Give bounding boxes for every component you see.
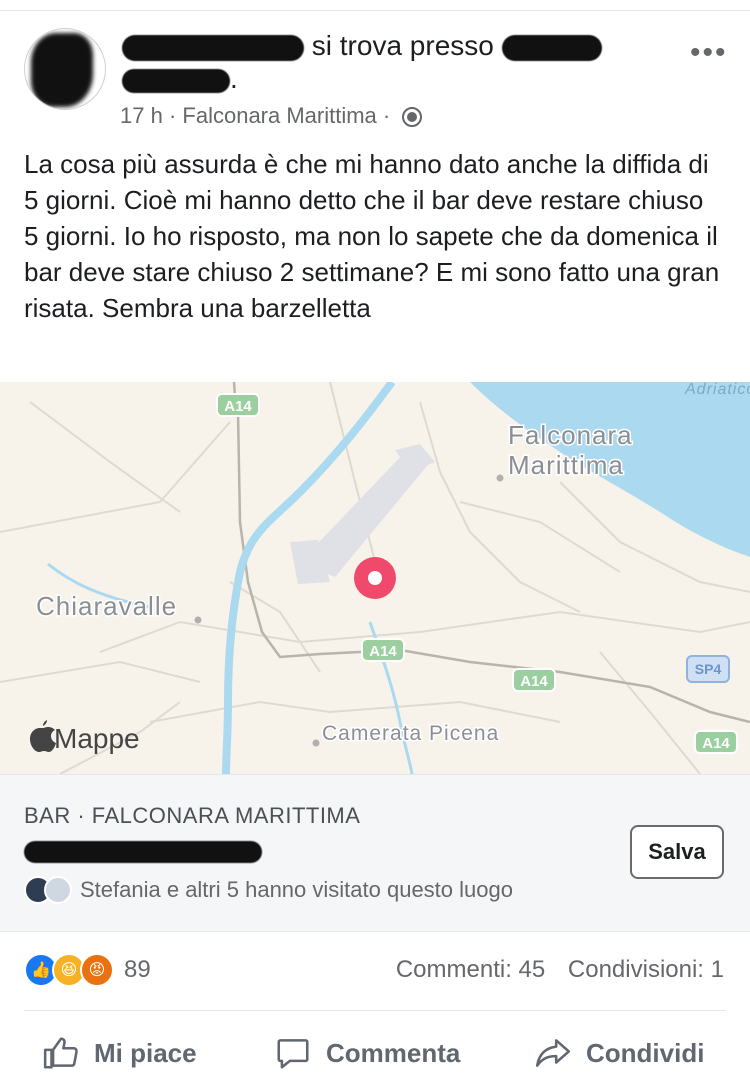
post-actions: Mi piace Commenta Condividi xyxy=(0,1030,750,1076)
comment-button[interactable]: Commenta xyxy=(274,1030,460,1076)
reaction-count: 89 xyxy=(124,956,151,983)
save-button[interactable]: Salva xyxy=(630,825,724,879)
share-arrow-icon xyxy=(535,1039,571,1067)
place-name-redacted-2[interactable] xyxy=(122,68,230,93)
shares-count[interactable]: Condivisioni: 1 xyxy=(568,956,724,983)
visited-info[interactable]: Stefania e altri 5 hanno visitato questo… xyxy=(24,875,513,905)
label-chiaravalle: Chiaravalle xyxy=(36,591,177,621)
share-button[interactable]: Condividi xyxy=(534,1030,704,1076)
comment-label: Commenta xyxy=(326,1037,461,1068)
share-label: Condividi xyxy=(586,1037,705,1068)
top-divider xyxy=(0,10,750,11)
a14-shield-2: A14 xyxy=(361,638,405,662)
location-map[interactable]: A14 A14 A14 A14 SP4 Falconara Marittima … xyxy=(0,382,750,774)
avatar-redaction xyxy=(31,33,93,107)
post-location[interactable]: Falconara Marittima xyxy=(182,103,376,128)
header-action-text: si trova presso xyxy=(311,30,494,61)
post-text: La cosa più assurda è che mi hanno dato … xyxy=(24,149,720,323)
sp4-shield: SP4 xyxy=(686,655,730,683)
visitor-avatar xyxy=(44,876,72,904)
svg-text:A14: A14 xyxy=(369,643,397,660)
map-canvas: A14 A14 A14 A14 SP4 Falconara Marittima … xyxy=(0,382,750,774)
visited-text: Stefania e altri 5 hanno visitato questo… xyxy=(80,877,513,902)
post-header: si trova presso xyxy=(122,30,602,62)
post-time[interactable]: 17 h xyxy=(120,103,163,128)
a14-shield-3: A14 xyxy=(512,668,556,692)
svg-text:SP4: SP4 xyxy=(695,661,722,677)
thumbs-up-icon xyxy=(43,1037,78,1069)
place-name-redacted[interactable] xyxy=(501,34,602,61)
post-meta: 17 h · Falconara Marittima · xyxy=(120,103,423,129)
town-dot xyxy=(496,474,504,482)
meta-separator: · xyxy=(168,103,177,128)
svg-text:Mappe: Mappe xyxy=(54,723,140,754)
globe-icon xyxy=(402,107,423,127)
svg-text:A14: A14 xyxy=(520,673,548,690)
post-header-line2: . xyxy=(122,64,238,94)
author-name-redacted[interactable] xyxy=(122,34,304,61)
label-sea: Adriatico xyxy=(684,382,750,398)
actions-divider xyxy=(24,1010,726,1011)
label-camerata: Camerata Picena xyxy=(322,722,499,745)
header-period: . xyxy=(230,63,238,94)
comment-icon xyxy=(277,1039,309,1069)
location-pin-icon xyxy=(354,557,396,599)
svg-text:A14: A14 xyxy=(224,398,252,415)
like-label: Mi piace xyxy=(94,1037,197,1068)
label-falconara: Falconara xyxy=(508,420,633,450)
more-icon[interactable]: ••• xyxy=(690,36,728,70)
author-avatar[interactable] xyxy=(24,28,106,110)
svg-text:A14: A14 xyxy=(702,735,730,752)
comments-count[interactable]: Commenti: 45 xyxy=(396,956,545,983)
venue-name-redacted[interactable] xyxy=(24,841,262,863)
label-marittima: Marittima xyxy=(508,450,624,480)
like-button[interactable]: Mi piace xyxy=(42,1030,197,1076)
a14-shield-1: A14 xyxy=(216,393,260,417)
reactions-summary[interactable]: 👍 😆 😡 89 xyxy=(24,953,151,987)
post-counts: Commenti: 45 Condivisioni: 1 xyxy=(380,956,724,984)
venue-card[interactable]: BAR · FALCONARA MARITTIMA Salva Stefania… xyxy=(0,774,750,932)
a14-shield-4: A14 xyxy=(694,730,738,754)
meta-separator: · xyxy=(382,103,391,128)
venue-category: BAR · FALCONARA MARITTIMA xyxy=(24,803,361,828)
angry-reaction-icon: 😡 xyxy=(80,953,114,987)
